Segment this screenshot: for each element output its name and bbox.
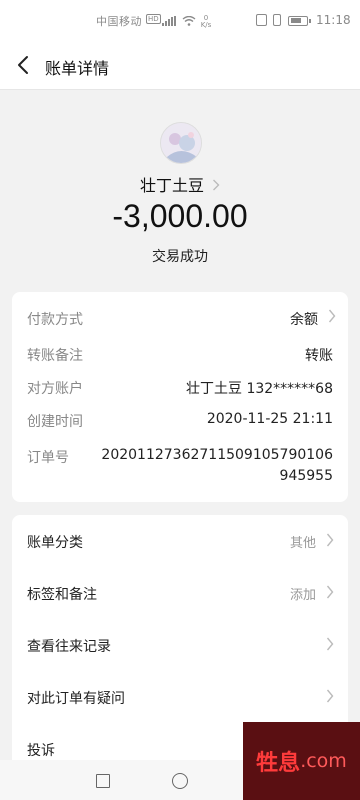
chevron-right-icon — [326, 533, 334, 551]
bill-category-label: 账单分类 — [27, 535, 83, 551]
avatar-image — [161, 123, 201, 163]
battery-icon — [288, 16, 311, 26]
network-speed: 0 K/s — [198, 15, 214, 29]
page-title: 账单详情 — [45, 59, 110, 78]
bill-category-row[interactable]: 账单分类 其他 — [12, 515, 348, 567]
status-bar: 中国移动 HD 0 K/s 11:18 — [0, 0, 360, 40]
order-question-label: 对此订单有疑问 — [27, 691, 125, 707]
vibrate-icon — [273, 14, 281, 26]
watermark-text: 牲息 — [256, 751, 301, 776]
back-button[interactable] — [8, 50, 38, 80]
chevron-right-icon — [328, 309, 336, 327]
chevron-right-icon — [326, 637, 334, 655]
order-number-value: 20201127362711509105790106945955 — [101, 447, 333, 484]
payee-name: 壮丁土豆 — [139, 176, 204, 195]
remark-value: 转账 — [305, 348, 333, 364]
recents-button[interactable] — [96, 774, 110, 788]
back-arrow-icon — [18, 56, 28, 74]
tags-notes-row[interactable]: 标签和备注 添加 — [12, 567, 348, 619]
history-records-label: 查看往来记录 — [27, 639, 111, 655]
tags-notes-value: 添加 — [289, 588, 316, 603]
counterparty-label: 对方账户 — [27, 381, 83, 397]
chevron-right-icon — [212, 176, 220, 195]
site-watermark: 牲息 .com — [243, 722, 360, 800]
order-number-label: 订单号 — [27, 450, 69, 466]
hd-badge: HD — [146, 14, 161, 24]
avatar[interactable] — [160, 122, 202, 164]
details-card: 付款方式 余额 转账备注 转账 对方账户 壮丁土豆 132******68 创建… — [12, 292, 348, 502]
payment-method-label: 付款方式 — [27, 312, 83, 328]
order-question-row[interactable]: 对此订单有疑问 — [12, 671, 348, 723]
network-speed-unit: K/s — [200, 21, 212, 29]
remark-label: 转账备注 — [27, 348, 83, 364]
wifi-icon — [182, 16, 196, 26]
home-button[interactable] — [172, 773, 188, 789]
nfc-icon — [256, 14, 267, 26]
counterparty-value: 壮丁土豆 132******68 — [186, 381, 333, 397]
watermark-domain: .com — [300, 750, 347, 772]
title-bar: 账单详情 — [0, 40, 360, 90]
carrier-name: 中国移动 — [96, 15, 142, 28]
payee-row[interactable]: 壮丁土豆 — [0, 172, 360, 196]
history-records-row[interactable]: 查看往来记录 — [12, 619, 348, 671]
clock: 11:18 — [316, 13, 351, 27]
complaint-label: 投诉 — [27, 743, 55, 759]
transaction-status: 交易成功 — [152, 249, 208, 265]
bill-category-value: 其他 — [289, 536, 316, 551]
transaction-amount: -3,000.00 — [112, 198, 248, 234]
chevron-right-icon — [326, 585, 334, 603]
chevron-right-icon — [326, 689, 334, 707]
signal-icon — [162, 16, 176, 26]
tags-notes-label: 标签和备注 — [27, 587, 97, 603]
created-time-value: 2020-11-25 21:11 — [206, 411, 333, 427]
created-time-label: 创建时间 — [27, 414, 83, 430]
payment-method-value: 余额 — [290, 312, 318, 328]
